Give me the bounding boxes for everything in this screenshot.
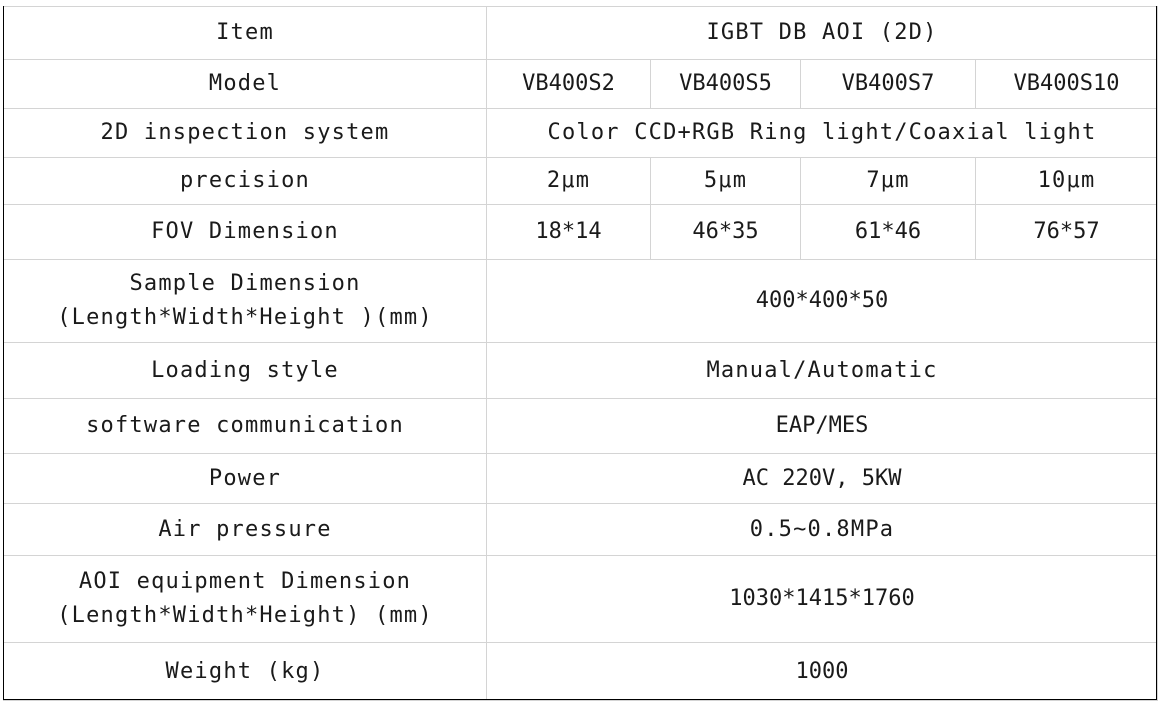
sample-dimension-label-line2: (Length*Width*Height )(mm) — [57, 305, 433, 330]
model-cell: VB400S10 — [975, 59, 1158, 109]
power-value: AC 220V, 5KW — [486, 453, 1158, 504]
fov-cell: 76*57 — [975, 204, 1158, 260]
table-row-model: Model VB400S2 VB400S5 VB400S7 VB400S10 — [3, 59, 1158, 109]
row-label-model: Model — [3, 59, 487, 109]
table-row-inspection-system: 2D inspection system Color CCD+RGB Ring … — [3, 108, 1158, 158]
row-label-inspection-system: 2D inspection system — [3, 108, 487, 158]
product-name: IGBT DB AOI (2D) — [486, 6, 1158, 60]
model-cell: VB400S7 — [800, 59, 976, 109]
row-label-equipment-dimension: AOI equipment Dimension (Length*Width*He… — [3, 555, 487, 643]
equipment-dimension-value: 1030*1415*1760 — [486, 555, 1158, 643]
fov-cell: 61*46 — [800, 204, 976, 260]
table-row-equipment-dimension: AOI equipment Dimension (Length*Width*He… — [3, 555, 1158, 643]
row-label-precision: precision — [3, 157, 487, 205]
fov-cell: 46*35 — [650, 204, 801, 260]
table-row-sample-dimension: Sample Dimension (Length*Width*Height )(… — [3, 259, 1158, 343]
model-cell: VB400S2 — [486, 59, 651, 109]
table-row-air-pressure: Air pressure 0.5~0.8MPa — [3, 503, 1158, 556]
row-label-software-communication: software communication — [3, 398, 487, 454]
table-row-item: Item IGBT DB AOI (2D) — [3, 6, 1158, 60]
sample-dimension-value: 400*400*50 — [486, 259, 1158, 343]
row-label-power: Power — [3, 453, 487, 504]
fov-cell: 18*14 — [486, 204, 651, 260]
table-row-weight: Weight (kg) 1000 — [3, 642, 1158, 701]
table-row-precision: precision 2μm 5μm 7μm 10μm — [3, 157, 1158, 205]
precision-cell: 2μm — [486, 157, 651, 205]
row-label-item: Item — [3, 6, 487, 60]
row-label-loading-style: Loading style — [3, 342, 487, 399]
spec-table: Item IGBT DB AOI (2D) Model VB400S2 VB40… — [3, 6, 1158, 701]
row-label-weight: Weight (kg) — [3, 642, 487, 701]
software-communication-value: EAP/MES — [486, 398, 1158, 454]
table-row-fov-dimension: FOV Dimension 18*14 46*35 61*46 76*57 — [3, 204, 1158, 260]
precision-cell: 5μm — [650, 157, 801, 205]
equipment-dimension-label-line2: (Length*Width*Height) (mm) — [57, 603, 433, 628]
table-row-software-communication: software communication EAP/MES — [3, 398, 1158, 454]
row-label-fov-dimension: FOV Dimension — [3, 204, 487, 260]
sample-dimension-label-line1: Sample Dimension — [129, 271, 361, 296]
weight-value: 1000 — [486, 642, 1158, 701]
row-label-sample-dimension: Sample Dimension (Length*Width*Height )(… — [3, 259, 487, 343]
precision-cell: 7μm — [800, 157, 976, 205]
equipment-dimension-label-line1: AOI equipment Dimension — [78, 569, 412, 594]
model-cell: VB400S5 — [650, 59, 801, 109]
row-label-air-pressure: Air pressure — [3, 503, 487, 556]
inspection-system-value: Color CCD+RGB Ring light/Coaxial light — [486, 108, 1158, 158]
precision-cell: 10μm — [975, 157, 1158, 205]
table-row-loading-style: Loading style Manual/Automatic — [3, 342, 1158, 399]
table-row-power: Power AC 220V, 5KW — [3, 453, 1158, 504]
loading-style-value: Manual/Automatic — [486, 342, 1158, 399]
air-pressure-value: 0.5~0.8MPa — [486, 503, 1158, 556]
